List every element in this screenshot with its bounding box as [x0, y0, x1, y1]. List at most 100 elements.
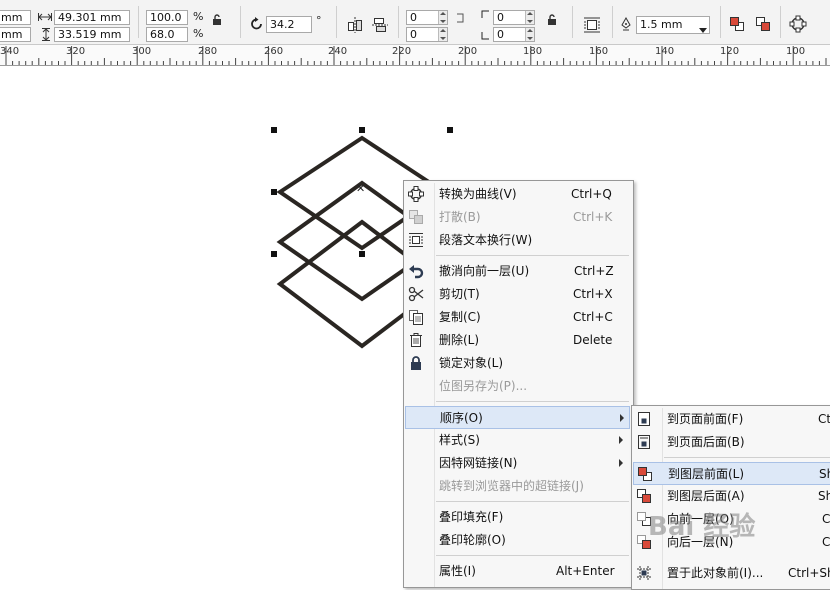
- menu-item-label: 因特网链接(N): [439, 456, 518, 470]
- property-bar: mm mm 49.301 mm 33.519 mm 100.0 68.0 % %…: [0, 0, 830, 45]
- menu-item-cut[interactable]: 剪切(T) Ctrl+X: [404, 283, 631, 306]
- width-field[interactable]: 49.301 mm: [54, 10, 130, 25]
- menu-item-label: 锁定对象(L): [439, 356, 504, 370]
- lock-corners-icon[interactable]: [547, 14, 557, 26]
- submenu-item-label: 到图层后面(A): [667, 489, 745, 503]
- convert-curve-toolbar-icon[interactable]: [789, 15, 807, 33]
- menu-item-shortcut: Ctrl+K: [573, 210, 613, 224]
- selection-handle[interactable]: [271, 251, 277, 257]
- submenu-item-shortcut: Sh: [819, 467, 830, 481]
- spin-arrows[interactable]: [525, 11, 534, 24]
- toolbar-separator: [398, 6, 399, 38]
- scale-y-field[interactable]: 68.0: [146, 27, 188, 42]
- undo-icon: [408, 263, 424, 279]
- link-icon[interactable]: [455, 12, 465, 24]
- menu-separator: [436, 255, 629, 256]
- menu-item-label: 位图另存为(P)...: [439, 379, 528, 393]
- menu-separator: [436, 501, 629, 502]
- corner-bracket-icon: [480, 10, 490, 40]
- to-layer-back-icon: [636, 488, 652, 504]
- spin-arrows[interactable]: [438, 11, 447, 24]
- submenu-item-in-front-of[interactable]: 置于此对象前(I)... Ctrl+Sh: [632, 562, 830, 585]
- outline-width-value: 1.5 mm: [640, 18, 683, 31]
- toolbar-separator: [138, 6, 139, 38]
- menu-item-lock-object[interactable]: 锁定对象(L): [404, 352, 631, 375]
- menu-item-break-apart[interactable]: 打散(B) Ctrl+K: [404, 206, 631, 229]
- toolbar-separator: [780, 6, 781, 38]
- copy-icon: [408, 309, 424, 325]
- y-position-field[interactable]: mm: [0, 27, 31, 42]
- submenu-item-shortcut: Ct: [818, 412, 830, 426]
- wrap-paragraph-icon[interactable]: [583, 16, 601, 34]
- menu-item-copy[interactable]: 复制(C) Ctrl+C: [404, 306, 631, 329]
- submenu-item-shortcut: C: [822, 512, 830, 526]
- to-front-icon[interactable]: [729, 16, 745, 32]
- order-submenu: 到页面前面(F) Ct 到页面后面(B) 到图层前面(L) Sh 到图层后面(A…: [631, 405, 830, 590]
- menu-item-label: 剪切(T): [439, 287, 480, 301]
- menu-item-label: 转换为曲线(V): [439, 187, 517, 201]
- menu-item-jump-to-hyperlink[interactable]: 跳转到浏览器中的超链接(J): [404, 475, 631, 498]
- menu-item-label: 叠印轮廓(O): [439, 533, 506, 547]
- menu-item-label: 叠印填充(F): [439, 510, 504, 524]
- ruler-label: 300: [132, 46, 152, 57]
- scissors-icon: [408, 286, 424, 302]
- height-field[interactable]: 33.519 mm: [54, 27, 130, 42]
- menu-item-convert-to-curves[interactable]: 转换为曲线(V) Ctrl+Q: [404, 183, 631, 206]
- menu-item-internet-link[interactable]: 因特网链接(N): [404, 452, 631, 475]
- selection-handle[interactable]: [447, 127, 453, 133]
- menu-item-text-wrap[interactable]: 段落文本换行(W): [404, 229, 631, 252]
- toolbar-separator: [612, 6, 613, 38]
- submenu-item-label: 置于此对象前(I)...: [667, 566, 764, 580]
- convert-curve-icon: [408, 186, 424, 202]
- menu-item-label: 属性(I): [439, 564, 476, 578]
- to-page-front-icon: [636, 411, 652, 427]
- selection-handle[interactable]: [271, 189, 277, 195]
- toolbar-separator: [572, 6, 573, 38]
- ruler-label: 260: [264, 46, 284, 57]
- scale-y-percent-label: %: [193, 27, 204, 40]
- submenu-arrow-icon: [620, 414, 624, 422]
- submenu-item-to-layer-back[interactable]: 到图层后面(A) Sh: [632, 485, 830, 508]
- x-position-field[interactable]: mm: [0, 10, 31, 25]
- ruler-ticks: [5, 46, 827, 65]
- rotate-icon: [250, 17, 264, 31]
- menu-item-label: 复制(C): [439, 310, 481, 324]
- submenu-item-to-page-front[interactable]: 到页面前面(F) Ct: [632, 408, 830, 431]
- selection-handle[interactable]: [359, 251, 365, 257]
- menu-separator: [436, 555, 629, 556]
- ruler-label: 320: [66, 46, 86, 57]
- selection-handle[interactable]: [359, 127, 365, 133]
- menu-item-delete[interactable]: 删除(L) Delete: [404, 329, 631, 352]
- spin-arrows[interactable]: [525, 28, 534, 41]
- pen-nib-icon: [620, 16, 632, 31]
- menu-item-save-bitmap-as[interactable]: 位图另存为(P)...: [404, 375, 631, 398]
- submenu-item-to-page-back[interactable]: 到页面后面(B): [632, 431, 830, 454]
- toolbar-separator: [720, 6, 721, 38]
- spin-arrows[interactable]: [438, 28, 447, 41]
- ruler-label: 220: [392, 46, 412, 57]
- menu-item-label: 删除(L): [439, 333, 480, 347]
- chevron-down-icon[interactable]: [699, 23, 707, 33]
- mirror-horizontal-icon[interactable]: [347, 17, 363, 33]
- width-arrow-icon: [38, 11, 52, 23]
- rotation-angle-field[interactable]: 34.2: [266, 16, 312, 33]
- to-back-icon[interactable]: [755, 16, 771, 32]
- menu-item-label: 打散(B): [439, 210, 481, 224]
- submenu-item-to-layer-front[interactable]: 到图层前面(L) Sh: [633, 462, 830, 485]
- submenu-arrow-icon: [619, 459, 623, 467]
- menu-item-styles[interactable]: 样式(S): [404, 429, 631, 452]
- lock-ratio-icon[interactable]: [212, 14, 222, 26]
- scale-x-field[interactable]: 100.0: [146, 10, 188, 25]
- menu-item-undo[interactable]: 撤消向前一层(U) Ctrl+Z: [404, 260, 631, 283]
- horizontal-ruler[interactable]: 340 320 300 280 260 240 220 200 180 160 …: [0, 45, 830, 66]
- menu-item-overprint-outline[interactable]: 叠印轮廓(O): [404, 529, 631, 552]
- menu-item-order[interactable]: 顺序(O): [405, 406, 630, 429]
- menu-item-overprint-fill[interactable]: 叠印填充(F): [404, 506, 631, 529]
- submenu-item-shortcut: Sh: [818, 489, 830, 503]
- selection-handle[interactable]: [271, 127, 277, 133]
- menu-separator: [436, 401, 629, 402]
- menu-item-properties[interactable]: 属性(I) Alt+Enter: [404, 560, 631, 583]
- mirror-vertical-icon[interactable]: [372, 17, 388, 33]
- menu-item-shortcut: Ctrl+X: [573, 287, 613, 301]
- ruler-label: 100: [786, 46, 806, 57]
